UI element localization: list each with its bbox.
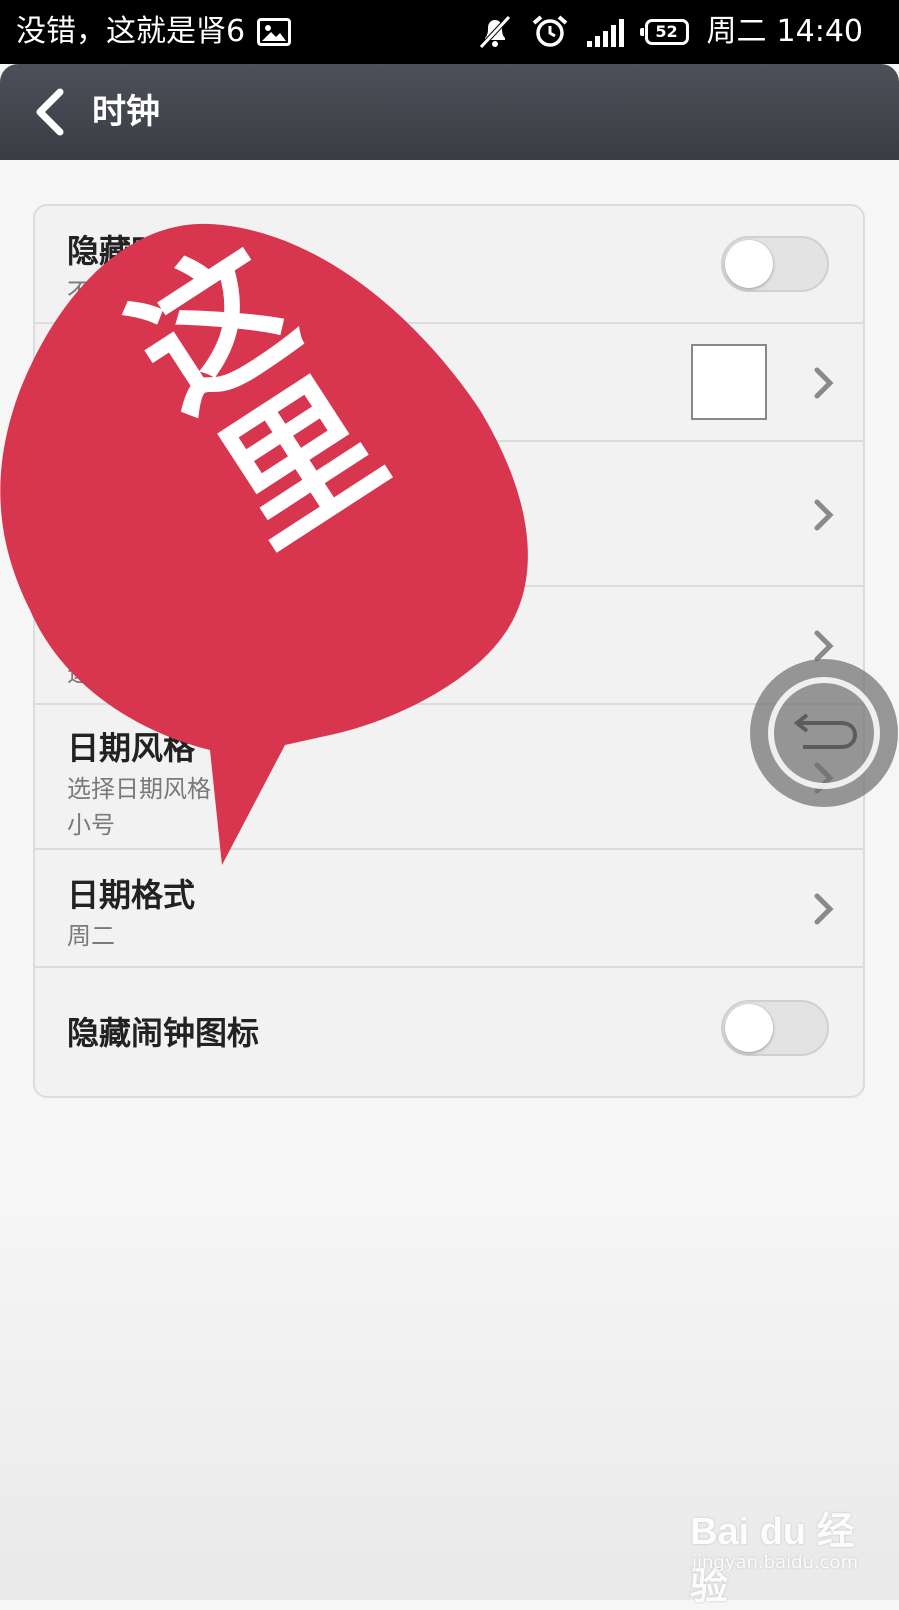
battery-icon: 52 (639, 19, 689, 45)
status-time: 14:40 (776, 14, 863, 49)
action-bar: 时钟 (0, 64, 899, 160)
setting-row-hide-alarm-icon[interactable]: 隐藏闹钟图标 (35, 968, 863, 1096)
image-icon (257, 18, 292, 46)
toggle-knob (725, 240, 773, 288)
alarm-icon (532, 15, 567, 47)
battery-level: 52 (655, 22, 678, 41)
return-arrow-icon (793, 713, 858, 749)
toggle-switch[interactable] (721, 1000, 829, 1056)
chevron-right-icon (814, 367, 834, 399)
chevron-right-icon (814, 630, 834, 662)
page-title: 时钟 (92, 92, 160, 132)
floating-back-button[interactable] (750, 659, 898, 807)
setting-subtitle: 周二 (67, 922, 115, 950)
signal-icon (586, 19, 624, 47)
mute-icon (478, 15, 511, 49)
status-notification-text: 没错，这就是肾6 (16, 14, 246, 49)
watermark: Bai du 经验 jingyan.baidu.com (690, 1500, 880, 1608)
toggle-knob (725, 1004, 773, 1052)
status-icons: 52 周二 14:40 (477, 12, 863, 52)
chevron-left-icon[interactable] (30, 86, 70, 138)
status-day: 周二 (706, 14, 767, 49)
chevron-right-icon (814, 499, 834, 531)
setting-title: 隐藏闹钟图标 (67, 1014, 260, 1052)
status-notification: 没错，这就是肾6 (16, 12, 292, 52)
watermark-url: jingyan.baidu.com (692, 1552, 859, 1573)
status-bar: 没错，这就是肾6 52 周二 14:40 (0, 0, 899, 64)
chevron-right-icon (814, 893, 834, 925)
color-swatch[interactable] (691, 344, 767, 420)
toggle-switch[interactable] (721, 236, 829, 292)
